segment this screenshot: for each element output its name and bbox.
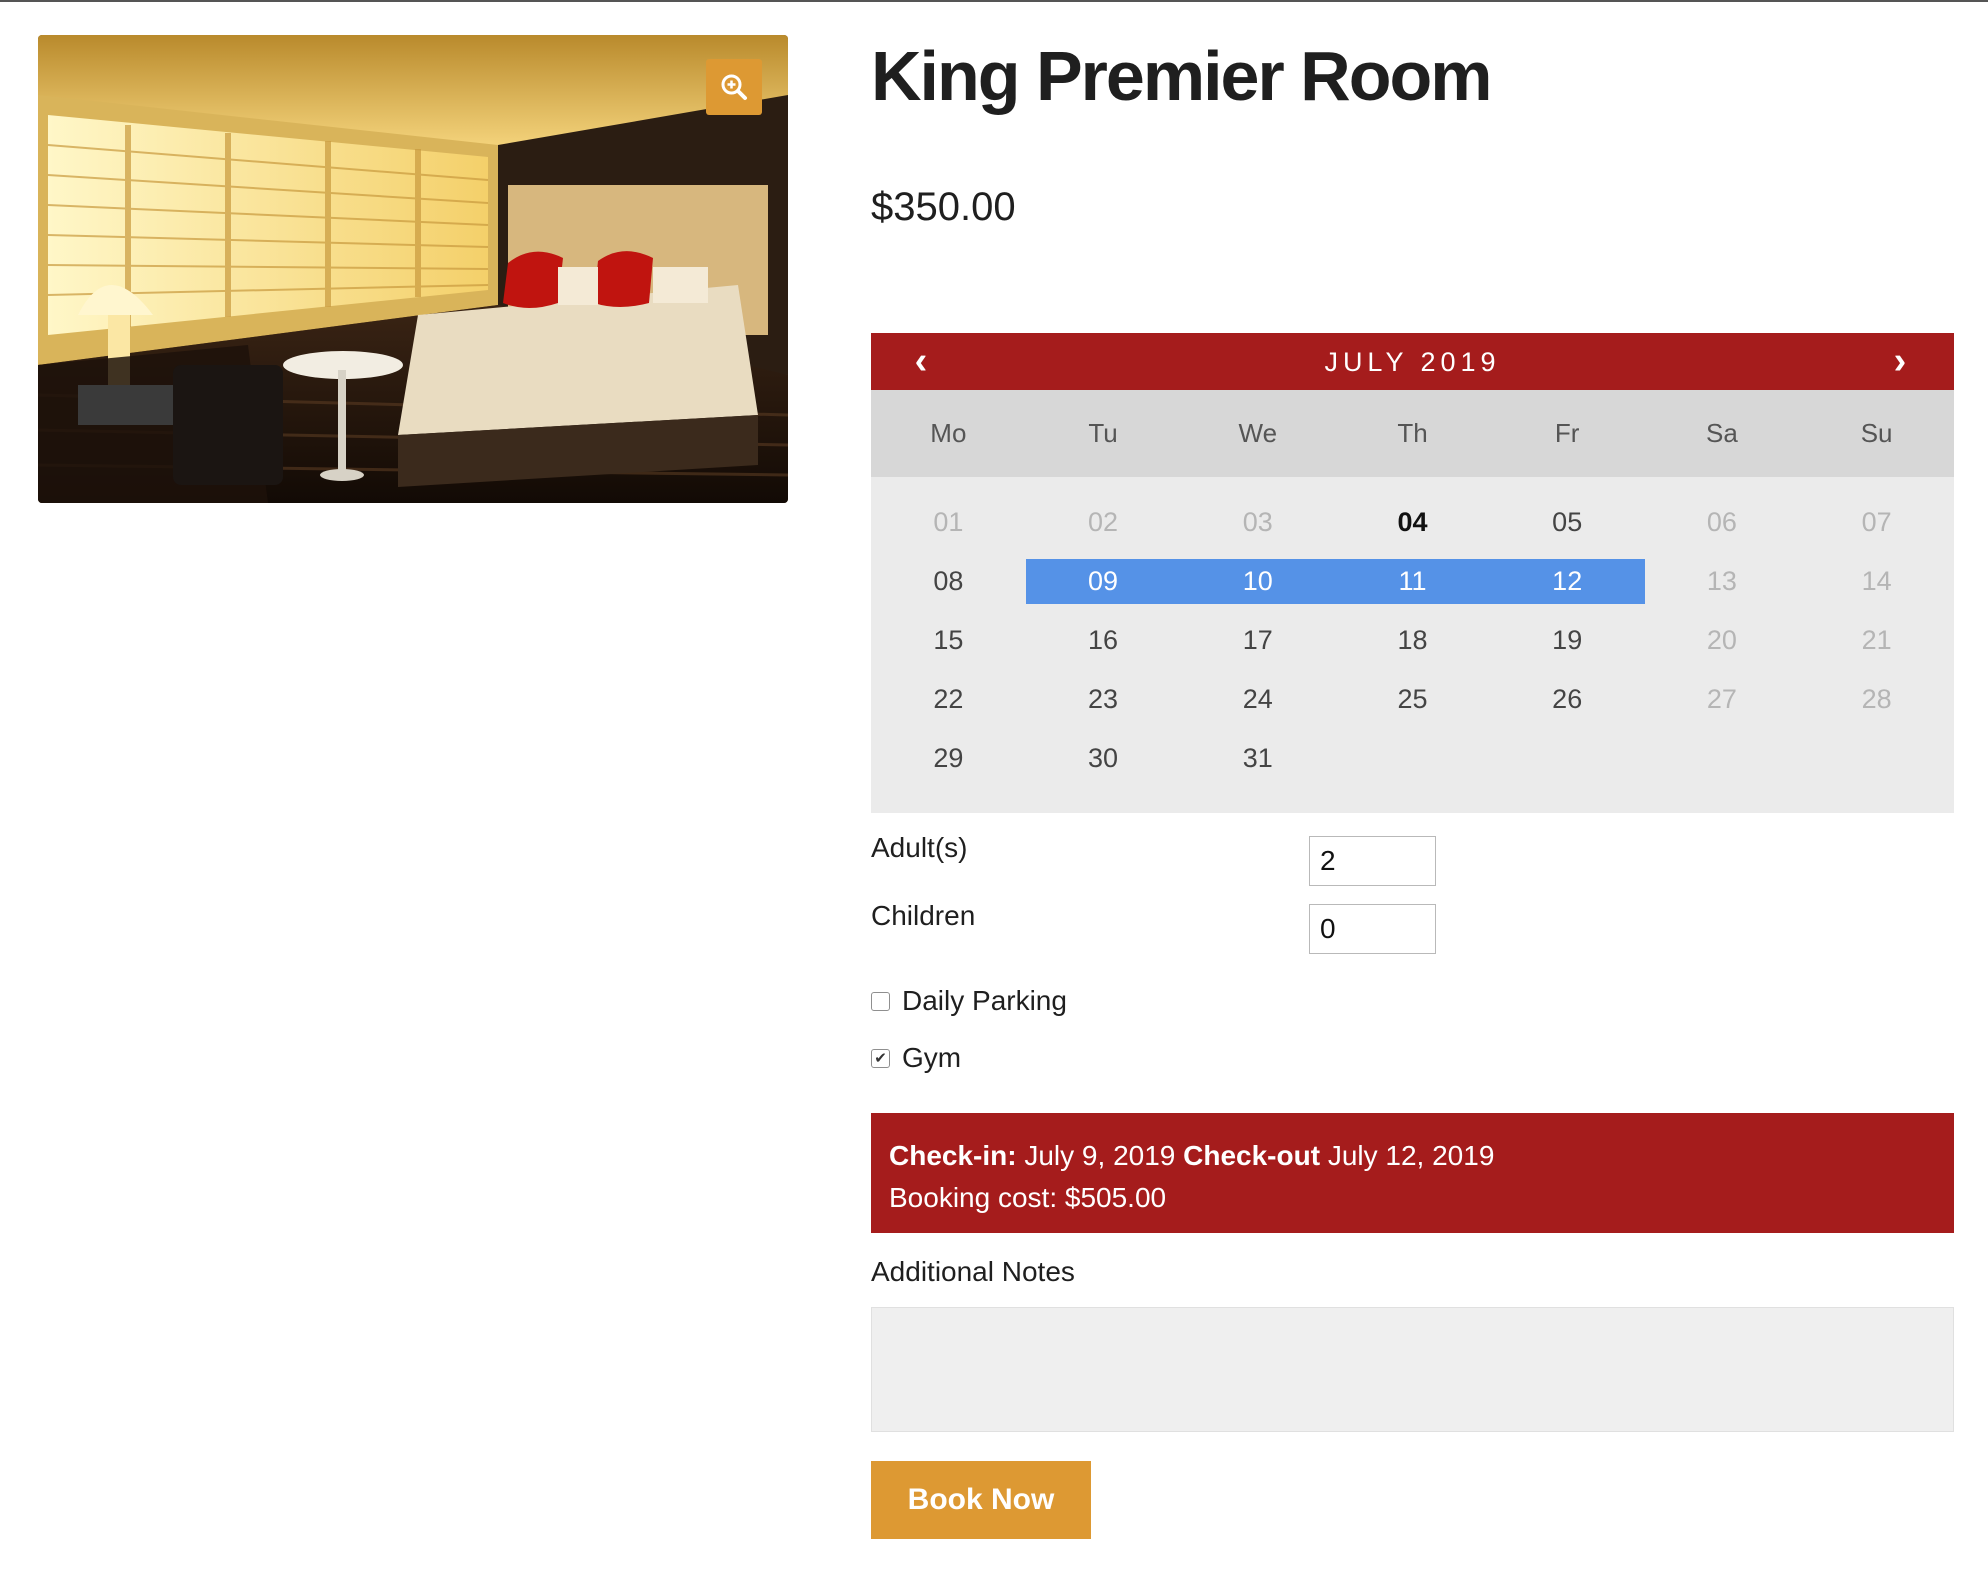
cost-label: Booking cost: — [889, 1182, 1058, 1213]
daily-parking-label: Daily Parking — [902, 985, 1067, 1016]
calendar-day: 13 — [1706, 566, 1737, 596]
zoom-button[interactable] — [706, 59, 762, 115]
calendar-day[interactable]: 17 — [1180, 611, 1335, 670]
calendar-day: 07 — [1861, 507, 1892, 537]
calendar-empty-cell — [1490, 729, 1645, 788]
day-name: Fr — [1554, 418, 1580, 448]
calendar-day[interactable]: 18 — [1335, 611, 1490, 670]
calendar-day[interactable]: 26 — [1490, 670, 1645, 729]
gym-checkbox[interactable]: ✔ — [871, 1048, 890, 1068]
checkin-value: July 9, 2019 — [1024, 1140, 1176, 1171]
calendar-day: 28 — [1861, 684, 1892, 714]
booking-dates: Check-in: July 9, 2019 Check-out July 12… — [889, 1135, 1936, 1177]
gym-label: Gym — [902, 1042, 962, 1073]
calendar-day[interactable]: 12 — [1489, 559, 1645, 604]
daily-parking-checkbox[interactable] — [871, 991, 890, 1011]
calendar-day[interactable]: 15 — [871, 611, 1026, 670]
notes-textarea[interactable] — [871, 1307, 1954, 1432]
product-title: King Premier Room — [871, 37, 1492, 115]
calendar-day[interactable]: 29 — [871, 729, 1026, 788]
day-name: Su — [1860, 418, 1893, 448]
calendar-day[interactable]: 09 — [1025, 559, 1181, 604]
calendar-day[interactable]: 23 — [1026, 670, 1181, 729]
calendar-day: 02 — [1088, 507, 1119, 537]
calendar-day[interactable]: 25 — [1335, 670, 1490, 729]
product-price: $350.00 — [871, 185, 1016, 229]
top-border — [0, 0, 1988, 2]
calendar-header: ‹ JULY 2019 › — [871, 333, 1954, 390]
notes-label: Additional Notes — [871, 1256, 1075, 1287]
calendar-day: 14 — [1861, 566, 1892, 596]
booking-calendar: ‹ JULY 2019 › Mo Tu We Th Fr Sa Su 01 02 0… — [871, 333, 1954, 813]
checkout-label: Check-out — [1183, 1140, 1321, 1171]
children-label: Children — [871, 900, 976, 931]
adults-label: Adult(s) — [871, 832, 968, 863]
zoom-in-icon — [721, 74, 747, 100]
booking-summary: Check-in: July 9, 2019 Check-out July 12… — [871, 1113, 1954, 1233]
adults-input[interactable] — [1309, 836, 1436, 886]
cost-value: $505.00 — [1064, 1182, 1167, 1213]
calendar-day[interactable]: 10 — [1180, 559, 1336, 604]
calendar-day[interactable]: 31 — [1180, 729, 1335, 788]
day-name: Sa — [1706, 418, 1738, 448]
room-photo[interactable] — [38, 35, 788, 503]
booking-cost: Booking cost: $505.00 — [889, 1177, 1936, 1219]
calendar-day[interactable]: 22 — [871, 670, 1026, 729]
calendar-month-label: JULY 2019 — [1324, 347, 1501, 377]
calendar-day[interactable]: 19 — [1490, 611, 1645, 670]
calendar-day: 06 — [1706, 507, 1737, 537]
checkout-value: July 12, 2019 — [1327, 1140, 1495, 1171]
children-input[interactable] — [1309, 904, 1436, 954]
extra-gym[interactable]: ✔ Gym — [871, 1042, 961, 1074]
extra-daily-parking[interactable]: Daily Parking — [871, 985, 1067, 1017]
day-name: We — [1238, 418, 1278, 448]
calendar-day[interactable]: 08 — [871, 552, 1026, 611]
calendar-day: 20 — [1706, 625, 1737, 655]
calendar-day[interactable]: 04 — [1335, 493, 1490, 552]
book-now-button[interactable]: Book Now — [871, 1461, 1091, 1539]
calendar-day-names: Mo Tu We Th Fr Sa Su — [871, 390, 1954, 477]
calendar-empty-cell — [1799, 729, 1954, 788]
calendar-days-grid: 01 02 03 04 05 06 07 08 09 10 11 12 13 14 15 16 17 18 19 20… — [871, 477, 1954, 788]
calendar-day[interactable]: 24 — [1180, 670, 1335, 729]
calendar-day[interactable]: 11 — [1335, 559, 1490, 604]
calendar-day: 21 — [1861, 625, 1892, 655]
room-illustration — [38, 35, 788, 503]
day-name: Th — [1397, 418, 1428, 448]
calendar-day: 01 — [933, 507, 964, 537]
checkin-label: Check-in: — [889, 1140, 1017, 1171]
day-name: Mo — [930, 418, 967, 448]
day-name: Tu — [1088, 418, 1118, 448]
calendar-day: 27 — [1706, 684, 1737, 714]
calendar-day[interactable]: 05 — [1490, 493, 1645, 552]
next-month-button[interactable]: › — [1880, 341, 1920, 381]
calendar-empty-cell — [1335, 729, 1490, 788]
calendar-empty-cell — [1645, 729, 1800, 788]
calendar-day: 03 — [1242, 507, 1273, 537]
calendar-day[interactable]: 16 — [1026, 611, 1181, 670]
calendar-day[interactable]: 30 — [1026, 729, 1181, 788]
